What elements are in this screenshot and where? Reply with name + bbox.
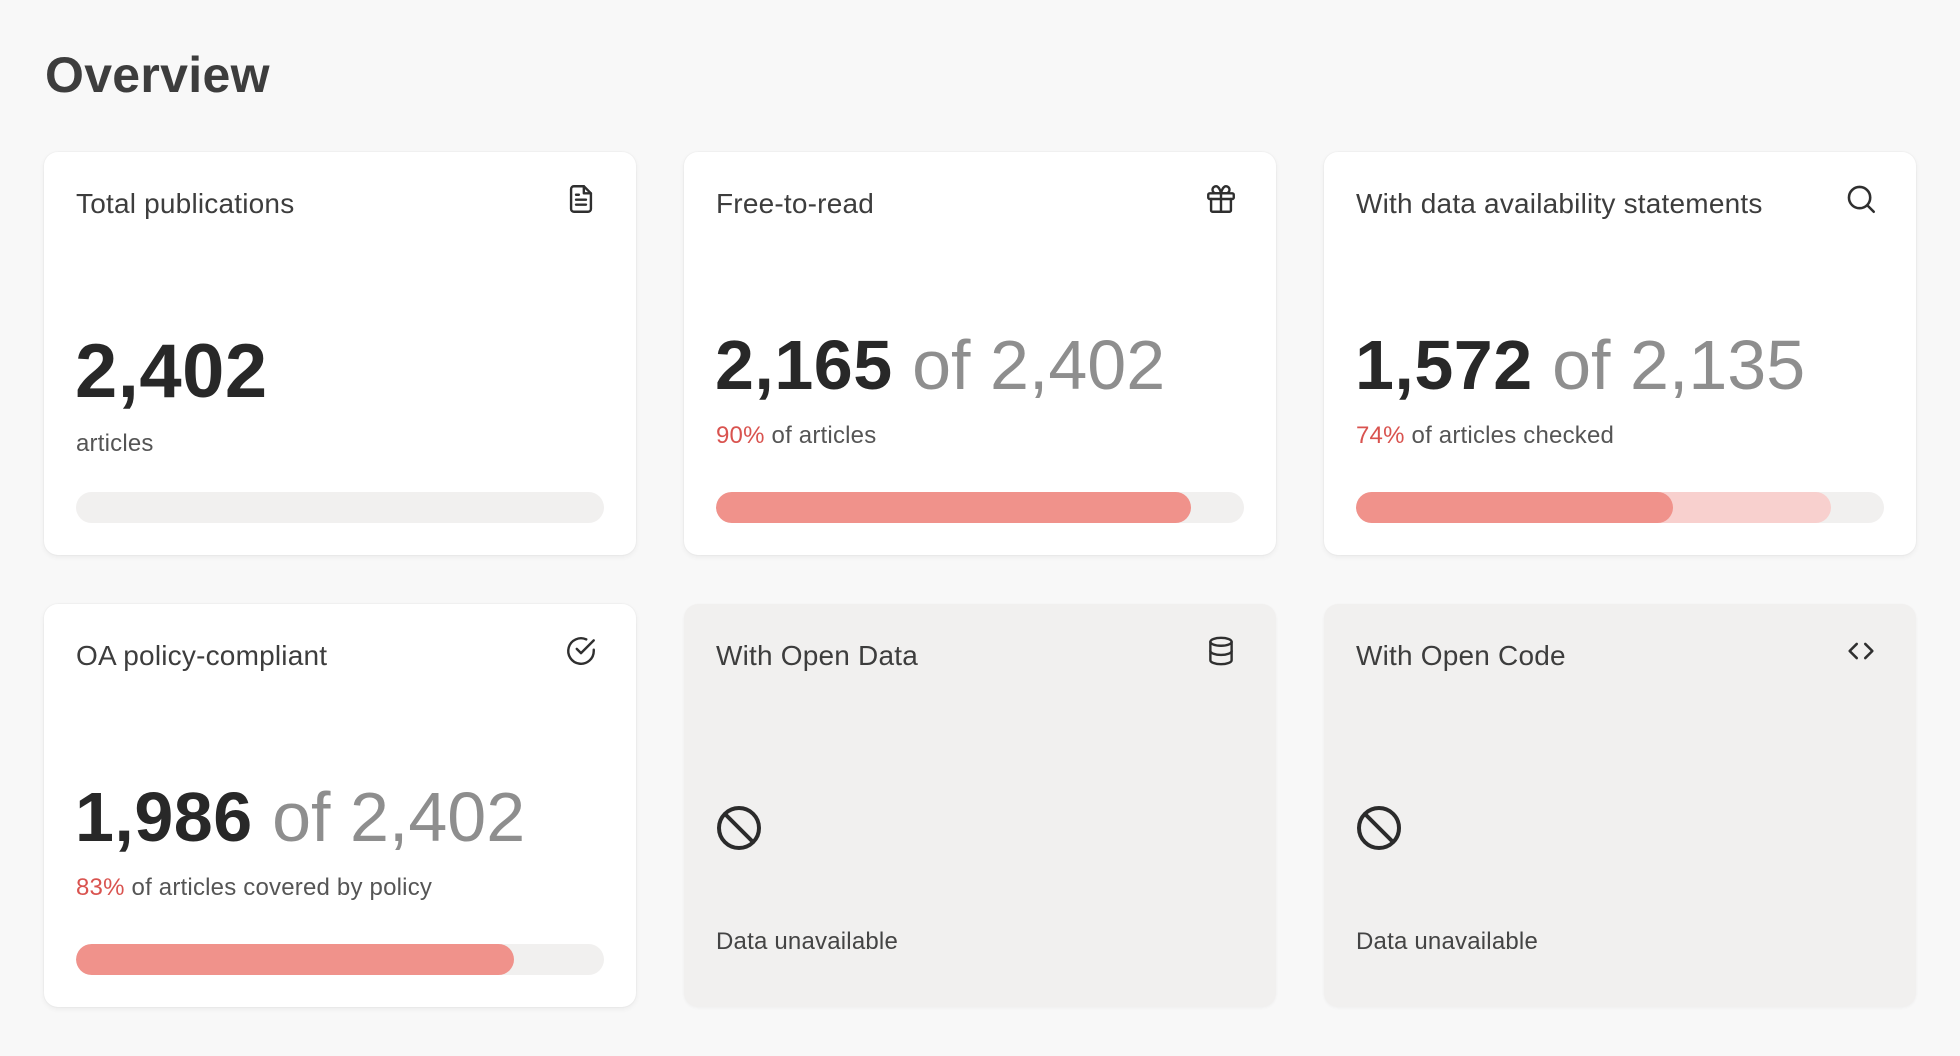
page-title: Overview xyxy=(45,47,270,103)
metric-percent: 90% xyxy=(716,422,765,449)
metric-total: of 2,135 xyxy=(1552,326,1806,404)
card-title: Total publications xyxy=(76,188,295,219)
progress-fill xyxy=(76,944,515,975)
metric-total: of 2,402 xyxy=(272,778,526,856)
metric-subtitle: 74% of articles checked xyxy=(1356,422,1614,450)
metric-subtitle: articles xyxy=(76,430,154,457)
search-icon xyxy=(1844,182,1878,216)
metric-number: 1,572 xyxy=(1355,326,1533,404)
card-data-availability-statements: With data availability statements 1,572 … xyxy=(1324,152,1916,555)
metric-subtitle: 83% of articles covered by policy xyxy=(76,874,432,902)
metric-value: 2,165 of 2,402 xyxy=(715,330,1165,400)
card-free-to-read: Free-to-read 2,165 of 2,402 90% of artic… xyxy=(684,152,1276,555)
progress-track xyxy=(76,492,604,523)
card-title: OA policy-compliant xyxy=(76,640,328,671)
document-icon xyxy=(564,182,598,216)
unavailable-icon xyxy=(1355,804,1403,852)
gift-icon xyxy=(1204,182,1238,216)
card-total-publications: Total publications 2,402 articles xyxy=(44,152,636,555)
card-title: With Open Code xyxy=(1356,640,1566,671)
metric-number: 1,986 xyxy=(75,778,253,856)
card-title: Free-to-read xyxy=(716,188,875,219)
progress-bar xyxy=(716,492,1244,523)
card-open-code: With Open Code Data unavailable xyxy=(1324,604,1916,1007)
card-open-data: With Open Data Data unavailable xyxy=(684,604,1276,1007)
unavailable-icon xyxy=(715,804,763,852)
metric-number: 2,165 xyxy=(715,326,893,404)
unavailable-text: Data unavailable xyxy=(1356,928,1538,955)
progress-fill xyxy=(1356,492,1673,523)
metric-value: 2,402 xyxy=(75,334,268,410)
metric-subtitle-text: of articles checked xyxy=(1411,422,1615,449)
code-icon xyxy=(1844,634,1878,668)
metrics-grid: Total publications 2,402 articles Free-t… xyxy=(44,152,1916,1007)
metric-number: 2,402 xyxy=(75,329,268,414)
progress-bar xyxy=(76,944,604,975)
database-icon xyxy=(1204,634,1238,668)
card-oa-policy-compliant: OA policy-compliant 1,986 of 2,402 83% o… xyxy=(44,604,636,1007)
metric-percent: 74% xyxy=(1356,422,1405,449)
metric-subtitle: 90% of articles xyxy=(716,422,876,450)
card-title: With Open Data xyxy=(716,640,918,671)
metric-subtitle-text: of articles covered by policy xyxy=(131,874,433,901)
progress-bar xyxy=(1356,492,1884,523)
card-title: With data availability statements xyxy=(1356,188,1763,219)
metric-percent: 83% xyxy=(76,874,125,901)
metric-total: of 2,402 xyxy=(912,326,1166,404)
metric-value: 1,986 of 2,402 xyxy=(75,782,525,852)
check-circle-icon xyxy=(564,634,598,668)
overview-page: Overview Total publications 2,402 articl… xyxy=(0,0,1960,1056)
progress-fill xyxy=(716,492,1192,523)
unavailable-text: Data unavailable xyxy=(716,928,898,955)
metric-value: 1,572 of 2,135 xyxy=(1355,330,1805,400)
metric-subtitle-text: of articles xyxy=(771,422,877,449)
